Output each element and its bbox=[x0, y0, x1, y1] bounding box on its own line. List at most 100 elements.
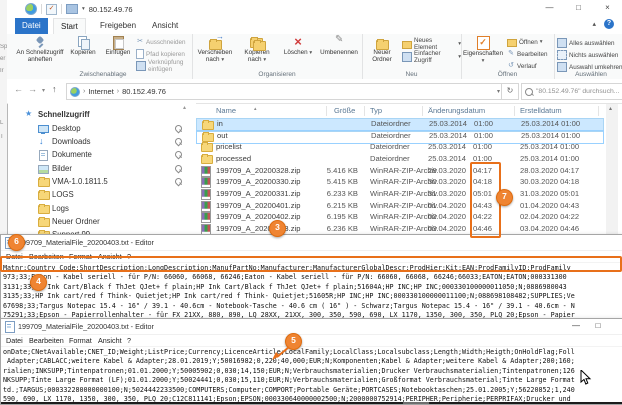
new-item-button[interactable]: Neues Element ▾ bbox=[402, 39, 461, 49]
folder-icon bbox=[201, 143, 213, 152]
copy-path-button[interactable]: Pfad kopieren bbox=[136, 49, 185, 59]
sidebar-item-label: Desktop bbox=[52, 122, 81, 135]
desktop-icon bbox=[38, 125, 49, 133]
file-created: 02.04.2020 04:22 bbox=[520, 211, 579, 223]
button-label: An Schnellzugriff anheften bbox=[16, 49, 63, 63]
sidebar-item-bilder[interactable]: Bilder bbox=[8, 162, 196, 175]
group-label: Organisieren bbox=[192, 71, 362, 78]
copy-to-button[interactable]: Kopieren nach ▾ bbox=[237, 36, 277, 64]
button-label: Öffnen bbox=[519, 39, 538, 46]
sidebar-item-dokumente[interactable]: Dokumente bbox=[8, 148, 196, 161]
divider[interactable] bbox=[514, 106, 515, 116]
menu-hilfe[interactable]: ? bbox=[127, 336, 131, 345]
select-all-button[interactable]: Alles auswählen bbox=[557, 38, 615, 48]
paste-shortcut-button[interactable]: Verknüpfung einfügen bbox=[136, 61, 192, 71]
dropdown-caret: ▾ bbox=[482, 58, 485, 64]
ribbon-group-auswaehlen: Alles auswählen Nichts auswählen Auswahl… bbox=[554, 34, 622, 79]
breadcrumb-host[interactable]: 80.152.49.76 bbox=[122, 87, 166, 96]
divider[interactable] bbox=[326, 106, 327, 116]
folder-icon bbox=[202, 121, 214, 130]
menu-ansicht[interactable]: Ansicht bbox=[98, 336, 122, 345]
column-header-erstelldatum[interactable]: Erstelldatum bbox=[520, 106, 562, 115]
button-label: Neues Element bbox=[414, 37, 456, 51]
address-dropdown-caret[interactable]: ▾ bbox=[497, 88, 500, 95]
annotation-badge-6: 6 bbox=[8, 234, 25, 251]
sidebar-item-logs-upper[interactable]: LOGS bbox=[8, 188, 196, 201]
divider[interactable] bbox=[364, 106, 365, 116]
quick-access-newfolder-icon[interactable] bbox=[66, 4, 78, 14]
properties-button[interactable]: ✓ Eigenschaften ▾ bbox=[463, 36, 503, 65]
scroll-up-icon[interactable]: ▴ bbox=[609, 105, 612, 112]
address-bar[interactable]: › Internet › 80.152.49.76 ▾ bbox=[66, 83, 504, 100]
up-button[interactable]: ↑ bbox=[52, 84, 57, 94]
quick-access-customize-caret[interactable]: ▾ bbox=[82, 6, 85, 12]
forward-button[interactable]: → bbox=[28, 84, 37, 94]
column-header-aenderungsdatum[interactable]: Änderungsdatum bbox=[428, 106, 485, 115]
file-row[interactable]: 199709_A_20200330.zip 5.415 KB WinRAR-ZI… bbox=[196, 176, 602, 188]
close-button[interactable]: × bbox=[593, 0, 622, 16]
minimize-button[interactable]: — bbox=[535, 0, 564, 16]
file-list-scrollbar[interactable]: ▴ bbox=[606, 104, 618, 234]
sidebar-item-schnellzugriff[interactable]: ★ Schnellzugriff bbox=[8, 108, 196, 121]
file-type: Dateiordner bbox=[370, 141, 410, 153]
notepad2-text-area[interactable]: onDate;CNetAvailable;CNET_ID;Weight;List… bbox=[1, 347, 622, 404]
sidebar-scroll-up-icon[interactable]: ▴ bbox=[183, 104, 186, 111]
breadcrumb-internet[interactable]: Internet bbox=[88, 87, 113, 96]
cut-button[interactable]: ✂ Ausschneiden bbox=[136, 37, 186, 47]
tab-ansicht[interactable]: Ansicht bbox=[145, 18, 185, 34]
file-row[interactable]: processed Dateiordner 25.03.2014 01:00 2… bbox=[196, 153, 602, 165]
search-input[interactable]: "80.152.49.76" durchsuch... bbox=[521, 83, 622, 100]
text-line: rialien;INKSUPP;Tintenpatronen;01.01.200… bbox=[3, 367, 575, 375]
back-button[interactable]: ← bbox=[14, 84, 23, 94]
history-button[interactable]: ↺ Verlauf bbox=[507, 61, 537, 71]
column-header-typ[interactable]: Typ bbox=[370, 106, 382, 115]
sidebar-item-logs-lower[interactable]: Logs bbox=[8, 202, 196, 215]
maximize-button[interactable]: □ bbox=[564, 0, 593, 16]
file-row[interactable]: 199709_A_20200402.zip 6.195 KB WinRAR-ZI… bbox=[196, 211, 602, 223]
refresh-button[interactable]: ↻ bbox=[501, 83, 519, 100]
pin-icon bbox=[174, 177, 184, 187]
recent-locations-caret[interactable]: ▾ bbox=[42, 87, 45, 94]
quick-access-properties-icon[interactable]: ✓ bbox=[46, 4, 57, 15]
open-button[interactable]: Öffnen ▾ bbox=[507, 37, 543, 47]
sidebar-item-vma[interactable]: VMA-1.0.1811.5 bbox=[8, 175, 196, 188]
select-none-button[interactable]: Nichts auswählen bbox=[557, 50, 618, 60]
new-folder-button[interactable]: Neuer Ordner bbox=[364, 36, 400, 64]
tab-datei[interactable]: Datei bbox=[15, 18, 48, 34]
edit-button[interactable]: ✎ Bearbeiten bbox=[507, 49, 547, 59]
rename-button[interactable]: ✎ Umbenennen bbox=[319, 36, 359, 57]
minimize-button[interactable]: — bbox=[565, 319, 587, 333]
annotation-arrow bbox=[272, 346, 292, 361]
tab-start[interactable]: Start bbox=[53, 18, 86, 35]
help-icon[interactable]: ? bbox=[604, 19, 614, 29]
file-created: 25.03.2014 01:00 bbox=[520, 141, 579, 153]
column-header-name[interactable]: Name bbox=[216, 106, 236, 115]
sidebar-item-neuer-ordner[interactable]: Neuer Ordner bbox=[8, 215, 196, 228]
divider[interactable] bbox=[598, 106, 599, 116]
paste-button[interactable]: Einfügen bbox=[102, 36, 134, 57]
move-to-button[interactable]: → Verschieben nach ▾ bbox=[195, 36, 235, 64]
file-row[interactable]: pricelist Dateiordner 25.03.2014 01:00 2… bbox=[196, 141, 602, 153]
document-icon bbox=[39, 150, 48, 161]
column-header-groesse[interactable]: Größe bbox=[334, 106, 355, 115]
collapse-ribbon-icon[interactable]: ▴ bbox=[592, 20, 596, 28]
menu-format[interactable]: Format bbox=[69, 336, 92, 345]
menu-bearbeiten[interactable]: Bearbeiten bbox=[29, 336, 64, 345]
maximize-button[interactable]: □ bbox=[587, 319, 609, 333]
sidebar-item-label: Downloads bbox=[52, 135, 91, 148]
delete-button[interactable]: × Löschen ▾ bbox=[279, 36, 317, 57]
copy-button[interactable]: Kopieren bbox=[66, 36, 100, 57]
easy-access-button[interactable]: Einfacher Zugriff ▾ bbox=[402, 52, 461, 62]
sidebar-item-downloads[interactable]: ↓ Downloads bbox=[8, 135, 196, 148]
sidebar-item-desktop[interactable]: Desktop bbox=[8, 122, 196, 135]
file-size: 6.195 KB bbox=[306, 211, 358, 223]
divider[interactable] bbox=[422, 106, 423, 116]
annotation-badge-4: 4 bbox=[30, 274, 47, 291]
notepad-window-2: 199709_MaterialFile_20200403.txt - Edito… bbox=[0, 318, 622, 405]
folder-icon bbox=[38, 218, 50, 227]
file-row[interactable]: 199709_A_20200331.zip 6.233 KB WinRAR-ZI… bbox=[196, 188, 602, 200]
tab-freigeben[interactable]: Freigeben bbox=[93, 18, 143, 34]
pin-to-quickaccess-button[interactable]: An Schnellzugriff anheften bbox=[16, 36, 64, 64]
menu-datei[interactable]: Datei bbox=[6, 336, 23, 345]
sidebar-item-label: LOGS bbox=[52, 188, 74, 201]
